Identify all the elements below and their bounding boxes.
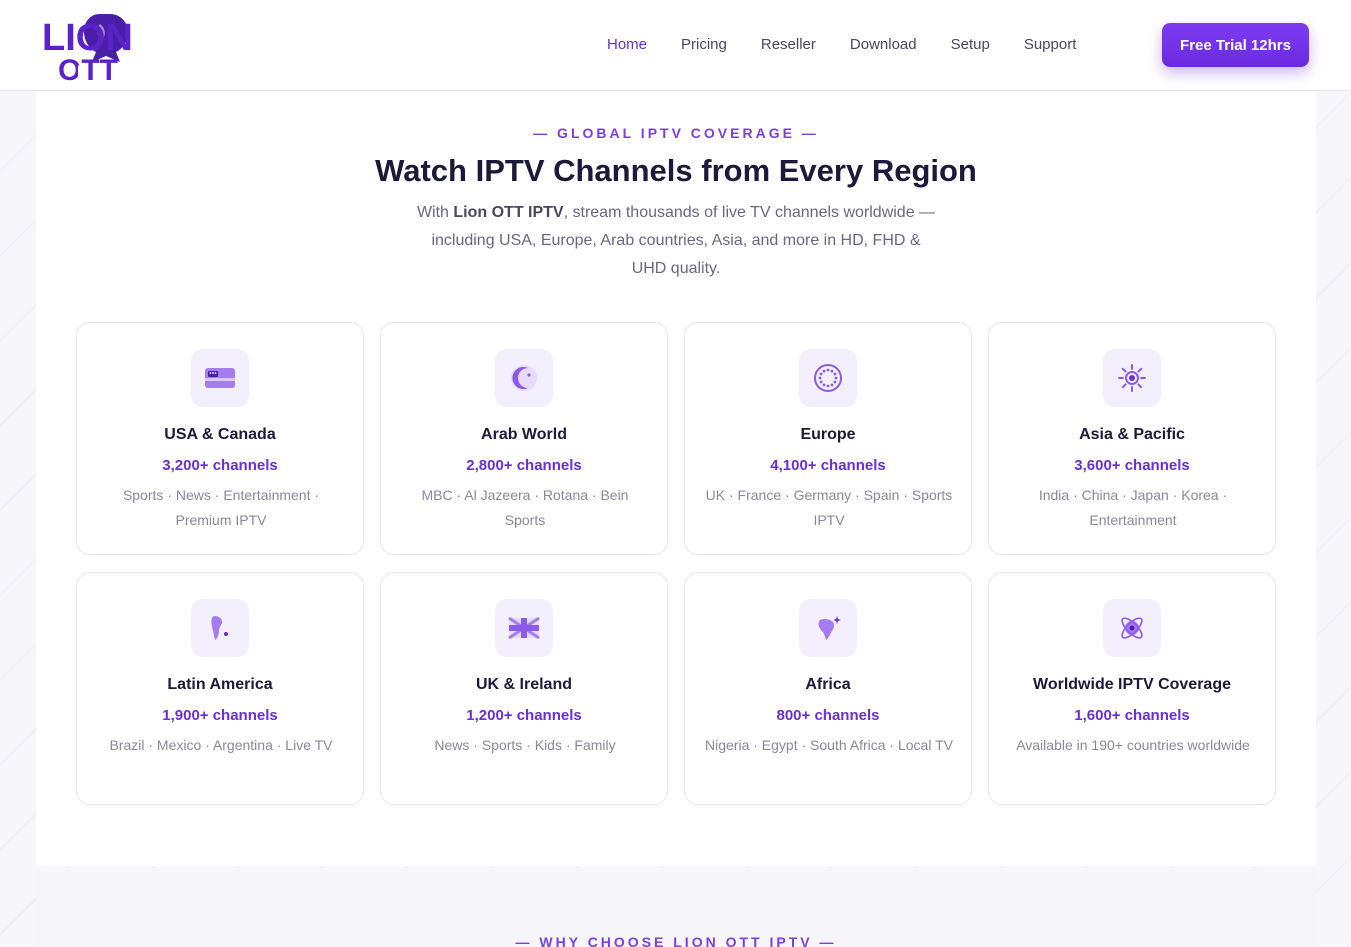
nav-home[interactable]: Home [590,33,664,57]
region-card-usa-canada[interactable]: USA & Canada 3,200+ channels Sports · Ne… [76,322,364,555]
channel-count: 800+ channels [776,707,880,724]
free-trial-button[interactable]: Free Trial 12hrs [1162,23,1309,67]
region-title: Africa [805,676,851,693]
region-card-africa[interactable]: Africa 800+ channels Nigeria · Egypt · S… [684,572,972,805]
why-choose-section: — WHY CHOOSE LION OTT IPTV — [36,868,1316,947]
region-title: Latin America [167,676,273,693]
region-title: Arab World [481,426,567,443]
section-eyebrow: — WHY CHOOSE LION OTT IPTV — [515,934,837,947]
coverage-section: — GLOBAL IPTV COVERAGE — Watch IPTV Chan… [36,91,1316,866]
union-jack-icon [495,599,553,657]
section-eyebrow: — GLOBAL IPTV COVERAGE — [533,125,819,141]
region-desc: Available in 190+ countries worldwide [1016,737,1250,753]
channel-count: 2,800+ channels [466,457,582,474]
region-desc: Sports · News · Entertainment · Premium … [122,487,320,528]
globe-orbit-icon [1103,599,1161,657]
sun-icon [1103,349,1161,407]
crescent-icon [495,349,553,407]
section-subtitle: With Lion OTT IPTV, stream thousands of … [416,204,936,277]
channel-count: 1,600+ channels [1074,707,1190,724]
region-title: USA & Canada [164,426,276,443]
nav-download[interactable]: Download [833,33,934,57]
region-card-worldwide[interactable]: Worldwide IPTV Coverage 1,600+ channels … [988,572,1276,805]
channel-count: 1,900+ channels [162,707,278,724]
region-card-arab-world[interactable]: Arab World 2,800+ channels MBC · Al Jaze… [380,322,668,555]
channel-count: 1,200+ channels [466,707,582,724]
region-card-asia-pacific[interactable]: Asia & Pacific 3,600+ channels India · C… [988,322,1276,555]
nav-reseller[interactable]: Reseller [744,33,833,57]
channel-count: 3,200+ channels [162,457,278,474]
region-title: UK & Ireland [475,676,572,693]
svg-text:LION: LION [42,17,133,59]
eu-stars-icon [799,349,857,407]
south-america-icon [191,599,249,657]
region-desc: News · Sports · Kids · Family [434,737,616,753]
africa-icon [799,599,857,657]
region-card-latin-america[interactable]: Latin America 1,900+ channels Brazil · M… [76,572,364,805]
region-desc: Brazil · Mexico · Argentina · Live TV [109,737,333,753]
region-title: Europe [800,426,856,443]
nav-support[interactable]: Support [1007,33,1094,57]
channel-count: 3,600+ channels [1074,457,1190,474]
nav-setup[interactable]: Setup [934,33,1007,57]
region-title: Asia & Pacific [1079,426,1185,443]
channel-count: 4,100+ channels [770,457,886,474]
region-card-uk-ireland[interactable]: UK & Ireland 1,200+ channels News · Spor… [380,572,668,805]
region-desc: UK · France · Germany · Spain · Sports I… [705,487,953,528]
region-desc: Nigeria · Egypt · South Africa · Local T… [705,737,953,753]
region-grid: USA & Canada 3,200+ channels Sports · Ne… [76,322,1276,805]
region-desc: MBC · Al Jazeera · Rotana · Bein Sports [421,487,629,528]
nav-pricing[interactable]: Pricing [664,33,744,57]
region-card-europe[interactable]: Europe 4,100+ channels UK · France · Ger… [684,322,972,555]
card-icon [191,349,249,407]
main-nav: Home Pricing Reseller Download Setup Sup… [590,33,1093,57]
svg-text:OTT: OTT [58,54,118,82]
region-title: Worldwide IPTV Coverage [1033,676,1231,693]
lion-ott-logo[interactable]: LION OTT [40,10,170,87]
section-title: Watch IPTV Channels from Every Region [375,153,977,188]
site-header: LION OTT Home Pricing Reseller Download … [0,0,1351,91]
region-desc: India · China · Japan · Korea · Entertai… [1038,487,1228,528]
